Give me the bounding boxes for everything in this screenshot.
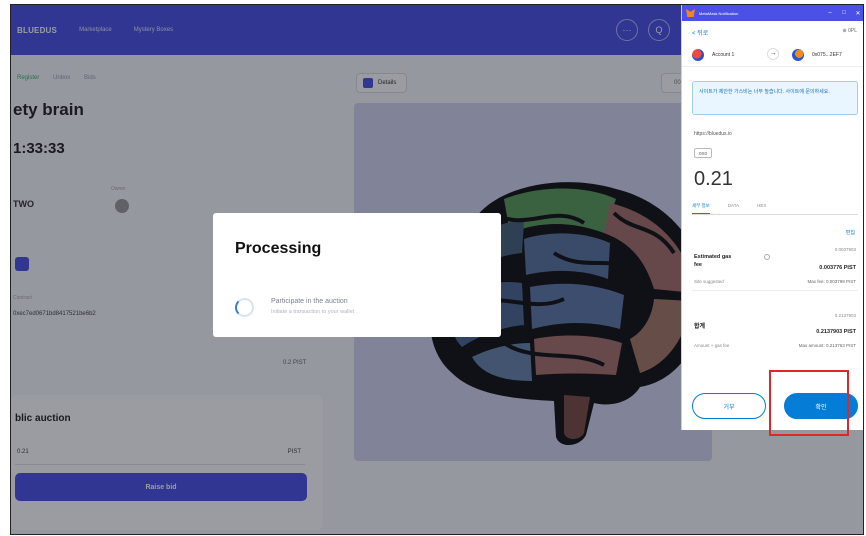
step-title: Participate in the auction <box>271 298 348 305</box>
modal-title: Processing <box>235 240 322 257</box>
window-titlebar[interactable]: MetaMask Notification – □ ✕ <box>682 5 863 21</box>
to-account-address: 0x075...2EF7 <box>812 52 842 58</box>
confirm-highlight-annotation <box>769 370 849 436</box>
tab-data[interactable]: DATA <box>728 203 739 214</box>
request-origin: https://bluedus.io <box>694 131 732 137</box>
gas-fee-secondary: 0.0037903 <box>834 247 856 252</box>
detail-tabs: 세부 정보 DATA HEX <box>692 203 858 215</box>
total-section: 합계 0.2137903 0.2137903 PIST Amount + gas… <box>692 307 858 357</box>
minimize-button[interactable]: – <box>823 10 837 16</box>
edit-gas-link[interactable]: 편집 <box>846 229 855 236</box>
total-amount: 0.2137903 PIST <box>816 329 856 335</box>
gas-fee-amount: 0.003776 PIST <box>819 265 856 271</box>
total-secondary: 0.2137903 <box>834 313 856 318</box>
gas-fee-source: Site suggested <box>694 279 724 284</box>
tab-hex[interactable]: HEX <box>757 203 766 214</box>
total-caption: Amount + gas fee <box>694 343 730 348</box>
gas-fee-section: Estimated gas fee 0.0037903 0.003776 PIS… <box>692 241 858 291</box>
processing-modal: Processing Participate in the auction In… <box>213 213 501 337</box>
loading-spinner-icon <box>235 298 254 317</box>
network-pill[interactable]: ⊕ 0PL <box>843 28 857 34</box>
step-subtitle: Initiate a transaction to your wallet <box>271 309 355 315</box>
account-transfer-row: Account 1 → 0x075...2EF7 <box>682 45 863 67</box>
close-button[interactable]: ✕ <box>851 10 863 17</box>
info-icon[interactable] <box>764 254 770 260</box>
transaction-amount: 0.21 <box>694 168 733 190</box>
window-title: MetaMask Notification <box>699 10 739 16</box>
tab-details[interactable]: 세부 정보 <box>692 203 710 214</box>
gas-warning-notice: 사이트가 제안한 가스비는 너무 높습니다. 사이트에 문의하세요. <box>692 81 858 115</box>
total-max-amount: Max amount: 0.213763 PIST <box>798 343 856 348</box>
account-avatar <box>692 49 704 61</box>
metamask-notification-window: MetaMask Notification – □ ✕ < 뒤로 ⊕ 0PL A… <box>681 5 863 430</box>
mm-header: < 뒤로 ⊕ 0PL <box>682 23 863 41</box>
gas-max-fee: Max fee: 0.003798 PIST <box>807 279 856 284</box>
recipient-avatar <box>792 49 804 61</box>
screenshot-frame: BLUEDUS Marketplace Mystery Boxes ··· Q … <box>10 4 864 535</box>
from-account-name: Account 1 <box>712 52 735 58</box>
transaction-type-chip: 0X0 <box>694 148 713 158</box>
from-account[interactable]: Account 1 <box>692 49 734 61</box>
reject-button[interactable]: 거부 <box>692 393 766 419</box>
maximize-button[interactable]: □ <box>837 10 851 16</box>
arrow-right-icon: → <box>767 48 779 60</box>
gas-fee-label: Estimated gas fee <box>694 254 732 268</box>
metamask-fox-icon <box>686 9 695 17</box>
back-link[interactable]: < 뒤로 <box>692 28 708 37</box>
total-label: 합계 <box>694 324 706 330</box>
to-account[interactable]: 0x075...2EF7 <box>792 49 842 61</box>
